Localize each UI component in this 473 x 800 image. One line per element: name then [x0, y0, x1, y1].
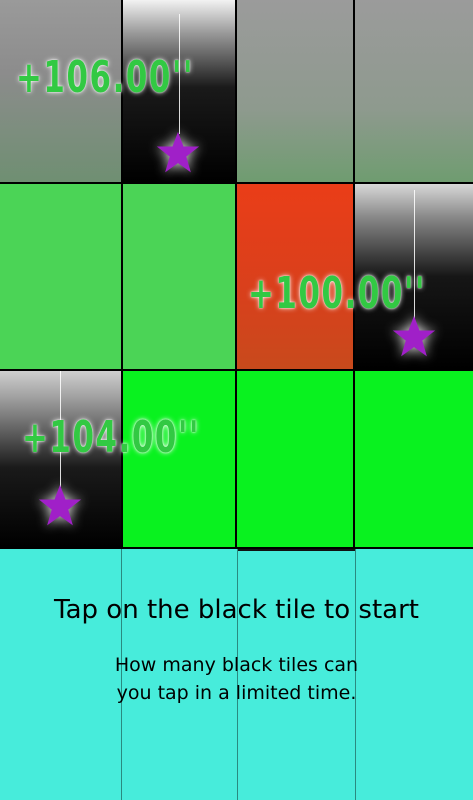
star-icon	[156, 131, 200, 173]
tile-r2-c2[interactable]	[123, 184, 235, 369]
star-icon	[38, 484, 82, 526]
game-board: +106.00'' +100.00'' +104.00'' Tap on the…	[0, 0, 473, 800]
tile-divider	[237, 549, 355, 551]
bonus-time-label: +104.00''	[22, 412, 200, 463]
start-panel[interactable]: Tap on the black tile to start How many …	[0, 549, 473, 800]
tile-r1-c3[interactable]	[237, 0, 353, 182]
description-line-2: you tap in a limited time.	[116, 682, 357, 704]
tile-r1-c4[interactable]	[355, 0, 473, 182]
star-icon	[392, 315, 436, 357]
bonus-time-label: +100.00''	[248, 268, 426, 319]
bonus-time-label: +106.00''	[16, 52, 194, 103]
tile-r3-c4[interactable]	[355, 371, 473, 547]
start-instruction: Tap on the black tile to start	[54, 595, 419, 625]
tile-r3-c3[interactable]	[237, 371, 353, 547]
tile-r2-c1[interactable]	[0, 184, 121, 369]
description-line-1: How many black tiles can	[114, 654, 359, 676]
game-description: How many black tiles can you tap in a li…	[70, 651, 403, 707]
